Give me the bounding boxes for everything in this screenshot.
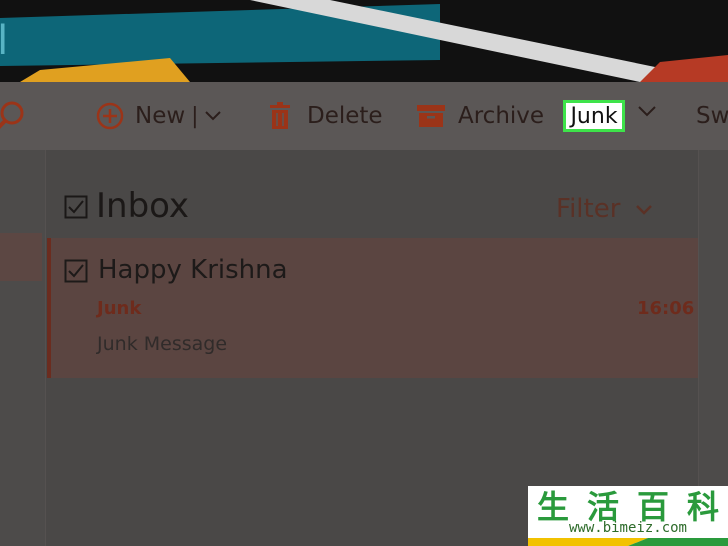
folder-pane — [0, 150, 46, 546]
message-sender: Happy Krishna — [98, 255, 288, 285]
delete-button[interactable]: Delete — [268, 82, 383, 150]
archive-button[interactable]: Archive — [417, 82, 544, 150]
search-button[interactable] — [0, 82, 40, 150]
new-button[interactable]: New | — [95, 82, 223, 150]
junk-label: Junk — [570, 103, 618, 129]
search-icon — [0, 101, 24, 129]
sweep-label: Sw — [696, 103, 728, 129]
watermark-chars: 生 活 百 科 — [528, 486, 728, 526]
watermark-logo: 生 活 百 科 www.bimeiz.com — [528, 486, 728, 546]
archive-label: Archive — [458, 103, 545, 129]
watermark-stripe — [528, 538, 728, 546]
filter-chevron-down-icon[interactable] — [634, 203, 654, 217]
chevron-down-icon[interactable] — [203, 109, 223, 123]
select-all-checkbox[interactable] — [64, 195, 88, 219]
selected-folder-item[interactable] — [0, 233, 42, 281]
sweep-button[interactable]: Sw — [696, 82, 728, 150]
app-banner: il — [0, 0, 728, 82]
new-label: New — [135, 103, 186, 129]
message-preview: Junk Message — [97, 333, 228, 355]
new-separator: | — [191, 103, 199, 129]
filter-button[interactable]: Filter — [556, 194, 620, 224]
banner-graphic — [0, 0, 728, 82]
watermark-url: www.bimeiz.com — [568, 520, 687, 536]
junk-button[interactable]: Junk — [563, 100, 625, 132]
banner-title: il — [0, 18, 9, 64]
message-folder-tag: Junk — [97, 298, 142, 319]
junk-chevron-down-icon[interactable] — [636, 104, 658, 120]
message-checkbox[interactable] — [64, 259, 88, 283]
plus-circle-icon — [96, 102, 124, 130]
trash-icon — [270, 102, 290, 129]
message-time: 16:06 — [637, 298, 695, 319]
archive-box-icon — [417, 105, 445, 127]
delete-label: Delete — [307, 103, 383, 129]
folder-title: Inbox — [96, 186, 190, 226]
